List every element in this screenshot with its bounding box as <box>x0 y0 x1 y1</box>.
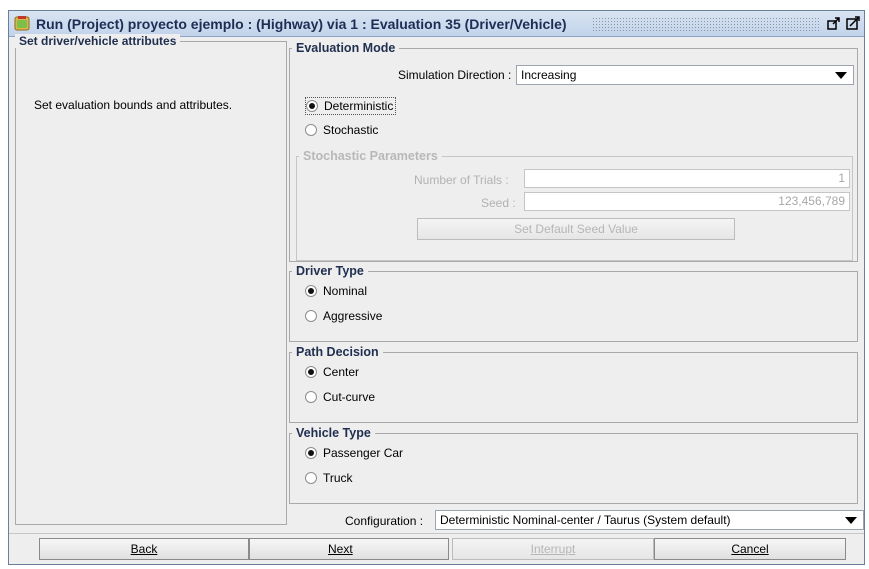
undock-icon[interactable] <box>827 16 841 30</box>
radio-button-icon <box>306 100 318 112</box>
radio-deterministic[interactable]: Deterministic <box>305 97 397 115</box>
evaluation-mode-title: Evaluation Mode <box>296 41 396 55</box>
interrupt-button-label: Interrupt <box>530 542 576 556</box>
left-panel: Set driver/vehicle attributes Set evalua… <box>15 34 287 525</box>
chevron-down-icon <box>845 517 857 524</box>
radio-button-icon <box>305 391 317 403</box>
radio-stochastic-label: Stochastic <box>323 123 379 137</box>
radio-aggressive[interactable]: Aggressive <box>305 309 382 323</box>
back-button-label: Back <box>130 542 158 556</box>
simulation-direction-dropdown[interactable]: Increasing <box>516 65 854 85</box>
radio-nominal[interactable]: Nominal <box>305 284 367 298</box>
evaluation-mode-group: Evaluation Mode Simulation Direction : I… <box>289 41 858 262</box>
radio-truck[interactable]: Truck <box>305 471 353 485</box>
bottom-separator <box>9 533 864 534</box>
seed-field[interactable]: 123,456,789 <box>524 192 850 211</box>
radio-cut-curve-label: Cut-curve <box>323 390 376 404</box>
path-decision-group: Path Decision Center Cut-curve <box>289 345 858 423</box>
radio-center[interactable]: Center <box>305 365 359 379</box>
radio-button-icon <box>305 310 317 322</box>
path-decision-title: Path Decision <box>296 345 379 359</box>
radio-button-icon <box>305 472 317 484</box>
cancel-button[interactable]: Cancel <box>654 538 846 560</box>
driver-type-title: Driver Type <box>296 264 364 278</box>
left-panel-description: Set evaluation bounds and attributes. <box>34 98 233 112</box>
interrupt-button[interactable]: Interrupt <box>452 538 654 560</box>
radio-passenger-car-label: Passenger Car <box>323 446 404 460</box>
window-title: Run (Project) proyecto ejemplo : (Highwa… <box>36 16 567 32</box>
radio-button-icon <box>305 285 317 297</box>
radio-center-label: Center <box>323 365 360 379</box>
radio-button-icon <box>305 124 317 136</box>
seed-label: Seed : <box>481 196 516 210</box>
driver-type-group: Driver Type Nominal Aggressive <box>289 264 858 342</box>
radio-aggressive-label: Aggressive <box>323 309 383 323</box>
radio-passenger-car[interactable]: Passenger Car <box>305 446 403 460</box>
configuration-value: Deterministic Nominal-center / Taurus (S… <box>440 513 731 527</box>
vehicle-type-title: Vehicle Type <box>296 426 371 440</box>
cancel-button-label: Cancel <box>731 542 769 556</box>
next-button[interactable]: Next <box>249 538 449 560</box>
trials-field[interactable]: 1 <box>524 169 850 188</box>
radio-deterministic-label: Deterministic <box>324 99 394 113</box>
configuration-dropdown[interactable]: Deterministic Nominal-center / Taurus (S… <box>435 510 864 530</box>
trials-label: Number of Trials : <box>414 173 509 187</box>
stochastic-parameters-title: Stochastic Parameters <box>303 149 438 163</box>
vehicle-type-group: Vehicle Type Passenger Car Truck <box>289 426 858 504</box>
dialog-window: Run (Project) proyecto ejemplo : (Highwa… <box>8 10 865 565</box>
chevron-down-icon <box>835 72 847 79</box>
app-icon <box>14 16 30 31</box>
default-seed-button[interactable]: Set Default Seed Value <box>417 218 735 240</box>
simulation-direction-value: Increasing <box>521 68 577 82</box>
simulation-direction-label: Simulation Direction : <box>398 68 512 82</box>
next-button-label: Next <box>328 542 353 556</box>
radio-button-icon <box>305 366 317 378</box>
radio-cut-curve[interactable]: Cut-curve <box>305 390 375 404</box>
back-button[interactable]: Back <box>39 538 249 560</box>
radio-button-icon <box>305 447 317 459</box>
radio-stochastic[interactable]: Stochastic <box>305 123 378 137</box>
maximize-icon[interactable] <box>846 16 860 30</box>
title-bar-pattern <box>592 17 820 31</box>
left-panel-title: Set driver/vehicle attributes <box>15 34 181 48</box>
radio-nominal-label: Nominal <box>323 284 368 298</box>
stochastic-parameters-group: Stochastic Parameters Number of Trials :… <box>296 149 853 261</box>
configuration-label: Configuration : <box>345 514 424 528</box>
radio-truck-label: Truck <box>323 471 353 485</box>
